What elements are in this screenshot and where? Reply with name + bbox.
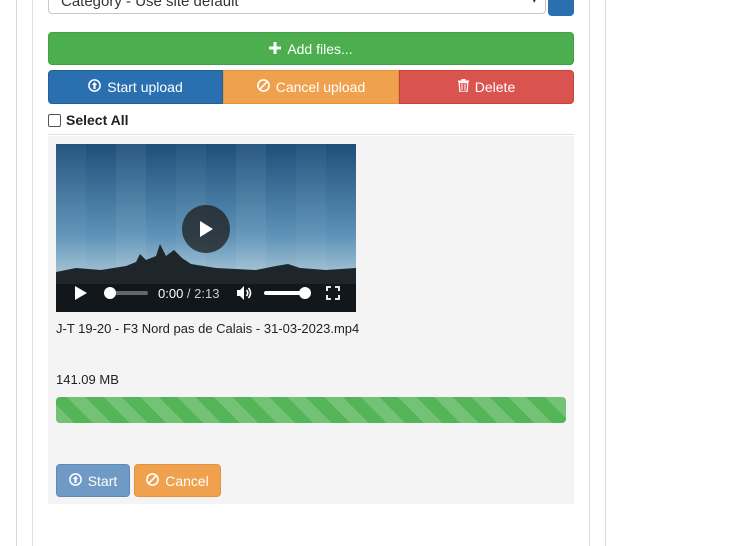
play-control-icon[interactable] <box>74 286 87 305</box>
volume-icon[interactable] <box>236 285 254 306</box>
start-button[interactable]: Start <box>56 464 130 497</box>
outer-border-left <box>16 0 17 546</box>
delete-label: Delete <box>474 79 516 95</box>
select-all-label: Select All <box>66 112 129 128</box>
delete-button[interactable]: Delete <box>399 70 574 104</box>
duration: 2:13 <box>194 286 220 301</box>
divider <box>48 134 574 135</box>
start-upload-label: Start upload <box>107 79 183 95</box>
current-time: 0:00 <box>158 286 184 301</box>
circle-arrow-up-icon <box>88 79 102 95</box>
fullscreen-icon[interactable] <box>326 286 340 305</box>
play-icon[interactable] <box>182 205 230 253</box>
time-separator: / <box>183 286 195 301</box>
category-side-button[interactable] <box>548 0 574 16</box>
cancel-label: Cancel <box>165 472 209 489</box>
add-files-button[interactable]: Add files... <box>48 32 574 65</box>
select-all[interactable]: Select All <box>48 112 129 128</box>
file-name: J-T 19-20 - F3 Nord pas de Calais - 31-0… <box>56 321 360 336</box>
upload-progress-bar <box>56 397 566 423</box>
volume-handle[interactable] <box>299 287 311 299</box>
select-all-checkbox[interactable] <box>48 113 61 127</box>
outer-border-right <box>605 0 606 546</box>
category-select[interactable]: Category - Use site default ▾ <box>48 0 546 14</box>
file-size: 141.09 MB <box>56 372 119 387</box>
time-display: 0:00 / 2:13 <box>158 286 219 301</box>
inner-border-right <box>589 0 590 546</box>
seek-handle[interactable] <box>104 287 116 299</box>
ban-icon <box>256 79 270 95</box>
trash-icon <box>457 79 469 95</box>
chevron-down-icon: ▾ <box>531 0 537 6</box>
ban-icon <box>146 472 160 489</box>
plus-icon <box>269 41 282 57</box>
inner-border-left <box>32 0 33 546</box>
start-label: Start <box>87 472 118 489</box>
circle-arrow-up-icon <box>68 472 82 489</box>
start-upload-button[interactable]: Start upload <box>48 70 223 104</box>
category-select-value: Category - Use site default <box>61 0 239 10</box>
cancel-upload-button[interactable]: Cancel upload <box>223 70 399 104</box>
cancel-upload-label: Cancel upload <box>275 79 366 95</box>
cancel-button[interactable]: Cancel <box>134 464 221 497</box>
add-files-label: Add files... <box>287 40 353 57</box>
